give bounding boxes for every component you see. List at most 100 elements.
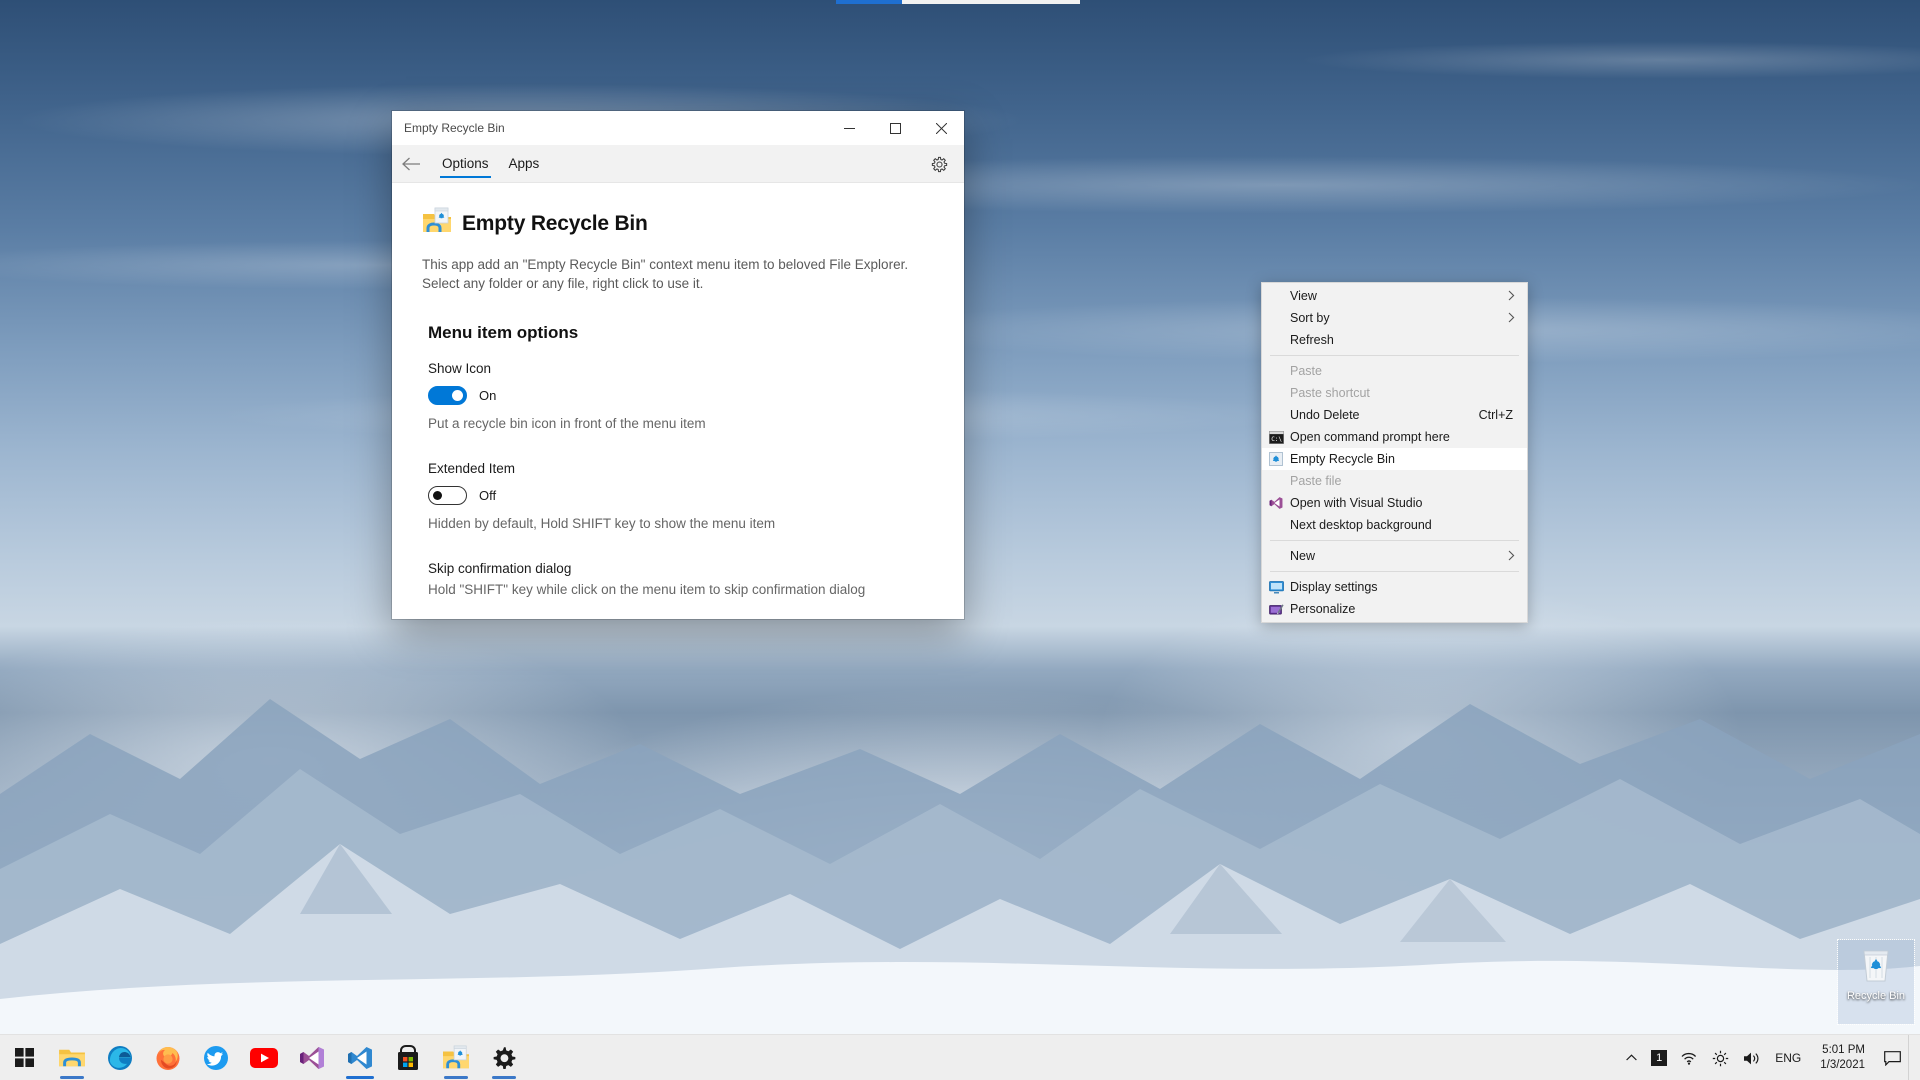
- option-skip-confirmation-hint: Hold "SHIFT" key while click on the menu…: [428, 582, 934, 597]
- show-icon-toggle[interactable]: [428, 386, 467, 405]
- option-extended-item-row[interactable]: Off: [428, 486, 934, 505]
- window-controls[interactable]: [826, 111, 964, 145]
- extended-item-toggle[interactable]: [428, 486, 467, 505]
- personalize-icon: [1262, 603, 1290, 616]
- context-menu-item-new[interactable]: New: [1262, 545, 1527, 567]
- context-menu-item-label: Paste file: [1290, 474, 1519, 488]
- context-menu-item-personalize[interactable]: Personalize: [1262, 598, 1527, 620]
- taskbar[interactable]: 1: [0, 1034, 1920, 1080]
- context-menu-item-open-command-prompt-here[interactable]: C:\ Open command prompt here: [1262, 426, 1527, 448]
- maximize-button[interactable]: [872, 111, 918, 145]
- desktop[interactable]: Recycle Bin Empty Recycle Bin: [0, 0, 1920, 1080]
- command-prompt-icon: C:\: [1262, 431, 1290, 444]
- context-menu-item-label: View: [1290, 289, 1508, 303]
- empty-recycle-bin-window[interactable]: Empty Recycle Bin Options: [392, 111, 964, 619]
- svg-text:C:\: C:\: [1271, 436, 1282, 443]
- twitter-button[interactable]: [192, 1035, 240, 1080]
- desktop-icon-recycle-bin[interactable]: Recycle Bin: [1838, 940, 1914, 1024]
- context-menu-item-next-desktop-background[interactable]: Next desktop background: [1262, 514, 1527, 536]
- file-explorer-button[interactable]: [48, 1035, 96, 1080]
- wifi-icon[interactable]: [1674, 1035, 1705, 1080]
- context-menu-item-paste-file: Paste file: [1262, 470, 1527, 492]
- context-menu-separator: [1270, 355, 1519, 356]
- clock-date: 1/3/2021: [1820, 1058, 1865, 1073]
- context-menu-item-label: Personalize: [1290, 602, 1519, 616]
- context-menu-separator: [1270, 540, 1519, 541]
- language-indicator[interactable]: ENG: [1768, 1035, 1808, 1080]
- context-menu-item-display-settings[interactable]: Display settings: [1262, 576, 1527, 598]
- windows-logo-icon: [15, 1048, 34, 1067]
- system-tray[interactable]: 1: [1619, 1035, 1920, 1080]
- top-edge-sliver: [836, 0, 1080, 4]
- context-menu-item-label: Display settings: [1290, 580, 1519, 594]
- show-icon-toggle-state: On: [479, 388, 496, 403]
- settings-button[interactable]: [480, 1035, 528, 1080]
- vs-code-button[interactable]: [336, 1035, 384, 1080]
- context-menu-item-view[interactable]: View: [1262, 285, 1527, 307]
- context-menu-item-refresh[interactable]: Refresh: [1262, 329, 1527, 351]
- option-show-icon-label: Show Icon: [428, 361, 934, 376]
- microsoft-store-icon: [396, 1045, 420, 1071]
- clock[interactable]: 5:01 PM 1/3/2021: [1808, 1035, 1877, 1080]
- option-show-icon-row[interactable]: On: [428, 386, 934, 405]
- app-description-line-1: This app add an "Empty Recycle Bin" cont…: [422, 255, 934, 274]
- firefox-icon: [155, 1045, 181, 1071]
- microsoft-edge-icon: [107, 1045, 133, 1071]
- youtube-button[interactable]: [240, 1035, 288, 1080]
- section-heading-menu-item-options: Menu item options: [428, 323, 934, 343]
- back-arrow-icon[interactable]: [392, 145, 430, 183]
- close-button[interactable]: [918, 111, 964, 145]
- settings-gear-icon: [492, 1046, 516, 1070]
- context-menu-item-open-with-visual-studio[interactable]: Open with Visual Studio: [1262, 492, 1527, 514]
- context-menu-item-label: Paste: [1290, 364, 1519, 378]
- firefox-button[interactable]: [144, 1035, 192, 1080]
- context-menu-item-sort-by[interactable]: Sort by: [1262, 307, 1527, 329]
- display-icon: [1262, 581, 1290, 594]
- context-menu-item-label: Sort by: [1290, 311, 1508, 325]
- microsoft-store-button[interactable]: [384, 1035, 432, 1080]
- context-menu-item-label: Open with Visual Studio: [1290, 496, 1519, 510]
- recycle-bin-icon: [1859, 945, 1893, 988]
- tab-apps[interactable]: Apps: [501, 145, 548, 183]
- visual-studio-icon: [299, 1045, 325, 1071]
- context-menu-item-paste-shortcut: Paste shortcut: [1262, 382, 1527, 404]
- start-button[interactable]: [0, 1035, 48, 1080]
- desktop-context-menu[interactable]: ViewSort byRefreshPastePaste shortcutUnd…: [1261, 282, 1528, 623]
- option-extended-item: Extended Item Off Hidden by default, Hol…: [428, 461, 934, 531]
- tab-options[interactable]: Options: [434, 145, 497, 183]
- tray-notification-badge[interactable]: 1: [1644, 1035, 1674, 1080]
- volume-icon[interactable]: [1736, 1035, 1768, 1080]
- microsoft-edge-button[interactable]: [96, 1035, 144, 1080]
- tab-apps-label: Apps: [509, 156, 540, 171]
- chevron-right-icon: [1508, 311, 1519, 326]
- empty-recycle-bin-app-icon: [422, 207, 452, 240]
- gear-icon[interactable]: [922, 145, 956, 183]
- window-title: Empty Recycle Bin: [392, 121, 505, 135]
- option-extended-item-hint: Hidden by default, Hold SHIFT key to sho…: [428, 516, 934, 531]
- brightness-icon[interactable]: [1705, 1035, 1736, 1080]
- show-desktop-button[interactable]: [1908, 1035, 1916, 1080]
- context-menu-item-label: Open command prompt here: [1290, 430, 1519, 444]
- action-center-icon[interactable]: [1877, 1035, 1908, 1080]
- option-skip-confirmation-label: Skip confirmation dialog: [428, 561, 934, 576]
- context-menu-item-shortcut: Ctrl+Z: [1479, 408, 1519, 422]
- window-content: Empty Recycle Bin This app add an "Empty…: [392, 183, 964, 597]
- window-titlebar[interactable]: Empty Recycle Bin: [392, 111, 964, 145]
- visual-studio-icon: [1262, 496, 1290, 510]
- app-description-line-2: Select any folder or any file, right cli…: [422, 274, 934, 293]
- context-menu-item-undo-delete[interactable]: Undo DeleteCtrl+Z: [1262, 404, 1527, 426]
- visual-studio-button[interactable]: [288, 1035, 336, 1080]
- option-show-icon: Show Icon On Put a recycle bin icon in f…: [428, 361, 934, 431]
- tray-overflow-button[interactable]: [1619, 1035, 1644, 1080]
- context-menu-item-label: Undo Delete: [1290, 408, 1479, 422]
- desktop-icon-label: Recycle Bin: [1847, 990, 1905, 1003]
- minimize-button[interactable]: [826, 111, 872, 145]
- twitter-icon: [203, 1045, 229, 1071]
- context-menu-item-paste: Paste: [1262, 360, 1527, 382]
- context-menu-item-empty-recycle-bin[interactable]: Empty Recycle Bin: [1262, 448, 1527, 470]
- tab-options-label: Options: [442, 156, 489, 171]
- window-tabstrip[interactable]: Options Apps: [392, 145, 964, 183]
- empty-recycle-bin-button[interactable]: [432, 1035, 480, 1080]
- option-extended-item-label: Extended Item: [428, 461, 934, 476]
- context-menu-item-label: Next desktop background: [1290, 518, 1519, 532]
